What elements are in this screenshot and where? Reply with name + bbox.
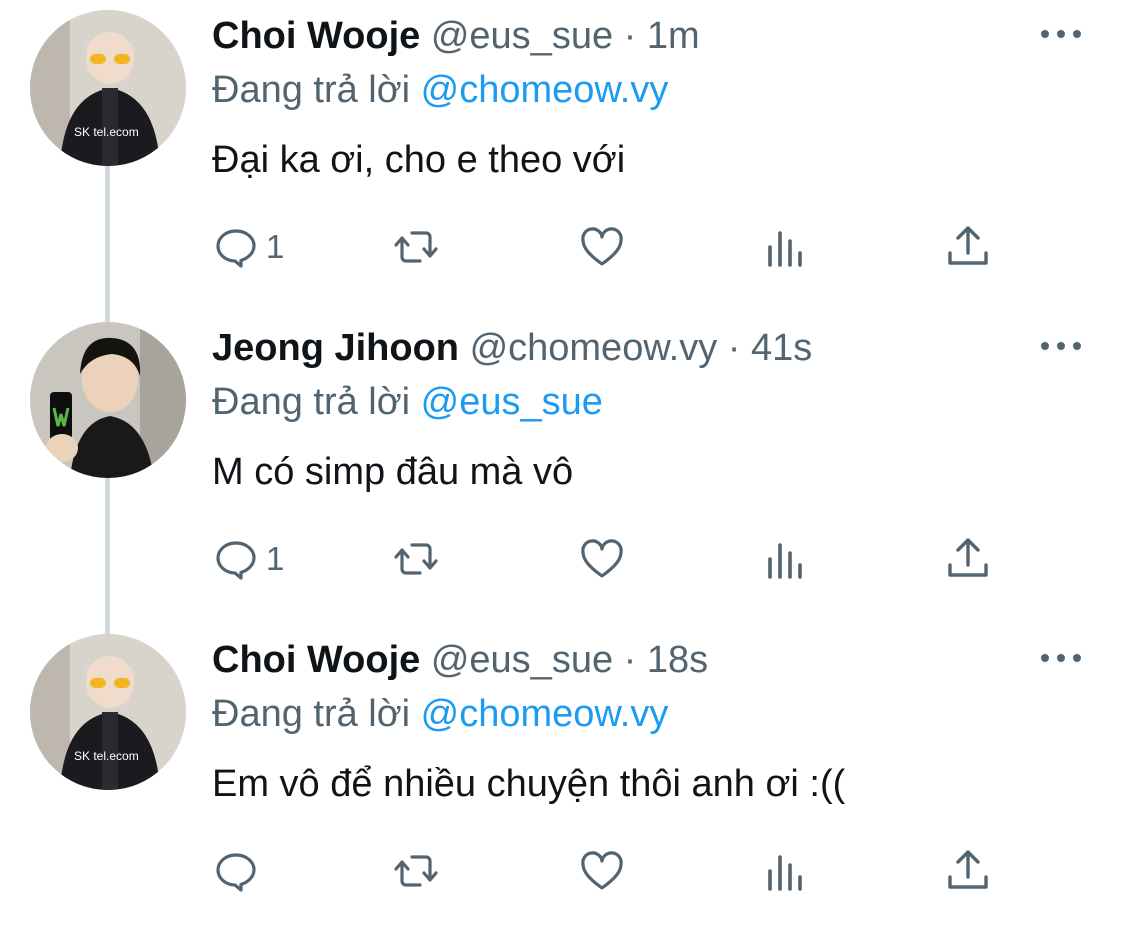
separator-dot: · [727,327,741,369]
tweet[interactable]: SK tel.ecom Choi Wooje @eus_sue · 18s Đa… [0,624,1125,936]
like-button[interactable] [578,534,626,584]
display-name[interactable]: Choi Wooje [212,639,420,681]
retweet-button[interactable] [392,534,440,584]
analytics-button[interactable] [762,846,810,896]
share-icon [948,226,988,265]
user-handle[interactable]: @eus_sue [431,639,613,681]
analytics-icon [768,543,802,579]
reply-count: 1 [266,228,285,265]
tweet-text: Em vô để nhiều chuyện thôi anh ơi :(( [212,763,846,805]
share-icon [948,850,988,889]
display-name[interactable]: Choi Wooje [212,15,420,57]
user-handle[interactable]: @eus_sue [431,15,613,57]
analytics-icon [768,855,802,891]
share-button[interactable] [944,222,992,272]
like-icon [581,539,623,578]
replying-to: Đang trả lời @chomeow.vy [212,66,668,114]
reply-count: 1 [266,540,285,577]
reply-icon [216,541,256,580]
more-icon[interactable] [1041,648,1081,668]
reply-mention-link[interactable]: @chomeow.vy [421,693,669,735]
avatar-image: SK tel.ecom [30,634,186,790]
action-bar: 1 [212,534,1012,584]
action-bar: 1 [212,222,1012,272]
replying-label: Đang trả lời [212,381,411,423]
avatar-image [30,322,186,478]
tweet[interactable]: SK tel.ecom Choi Wooje @eus_sue · 1m Đan… [0,0,1125,312]
reply-button[interactable] [212,846,266,896]
reply-icon [216,229,256,268]
retweet-icon [394,543,438,575]
user-handle[interactable]: @chomeow.vy [470,327,718,369]
replying-label: Đang trả lời [212,69,411,111]
more-icon[interactable] [1041,336,1081,356]
action-bar [212,846,1012,896]
reply-button[interactable]: 1 [212,534,284,584]
tweet-text: Đại ka ơi, cho e theo với [212,139,626,181]
reply-button[interactable]: 1 [212,222,284,272]
replying-label: Đang trả lời [212,693,411,735]
avatar[interactable]: SK tel.ecom [30,10,186,166]
more-icon[interactable] [1041,24,1081,44]
display-name[interactable]: Jeong Jihoon [212,327,459,369]
retweet-icon [394,231,438,263]
reply-mention-link[interactable]: @chomeow.vy [421,69,669,111]
timestamp[interactable]: 1m [647,15,700,57]
replying-to: Đang trả lời @eus_sue [212,378,603,426]
analytics-icon [768,231,802,267]
svg-text:SK tel.ecom: SK tel.ecom [74,125,139,139]
tweet[interactable]: Jeong Jihoon @chomeow.vy · 41s Đang trả … [0,312,1125,624]
separator-dot: · [623,639,637,681]
like-button[interactable] [578,222,626,272]
avatar-image: SK tel.ecom [30,10,186,166]
retweet-icon [394,855,438,887]
like-button[interactable] [578,846,626,896]
reply-mention-link[interactable]: @eus_sue [421,381,603,423]
share-button[interactable] [944,534,992,584]
reply-icon [216,853,256,892]
tweet-header: Choi Wooje @eus_sue · 1m [212,12,700,60]
svg-text:SK tel.ecom: SK tel.ecom [74,749,139,763]
analytics-button[interactable] [762,534,810,584]
share-button[interactable] [944,846,992,896]
avatar[interactable]: SK tel.ecom [30,634,186,790]
tweet-text: M có simp đâu mà vô [212,451,574,493]
timestamp[interactable]: 41s [751,327,812,369]
retweet-button[interactable] [392,222,440,272]
tweet-header: Jeong Jihoon @chomeow.vy · 41s [212,324,812,372]
retweet-button[interactable] [392,846,440,896]
like-icon [581,851,623,890]
timestamp[interactable]: 18s [647,639,708,681]
avatar[interactable] [30,322,186,478]
separator-dot: · [623,15,637,57]
share-icon [948,538,988,577]
tweet-header: Choi Wooje @eus_sue · 18s [212,636,708,684]
like-icon [581,227,623,266]
analytics-button[interactable] [762,222,810,272]
replying-to: Đang trả lời @chomeow.vy [212,690,668,738]
